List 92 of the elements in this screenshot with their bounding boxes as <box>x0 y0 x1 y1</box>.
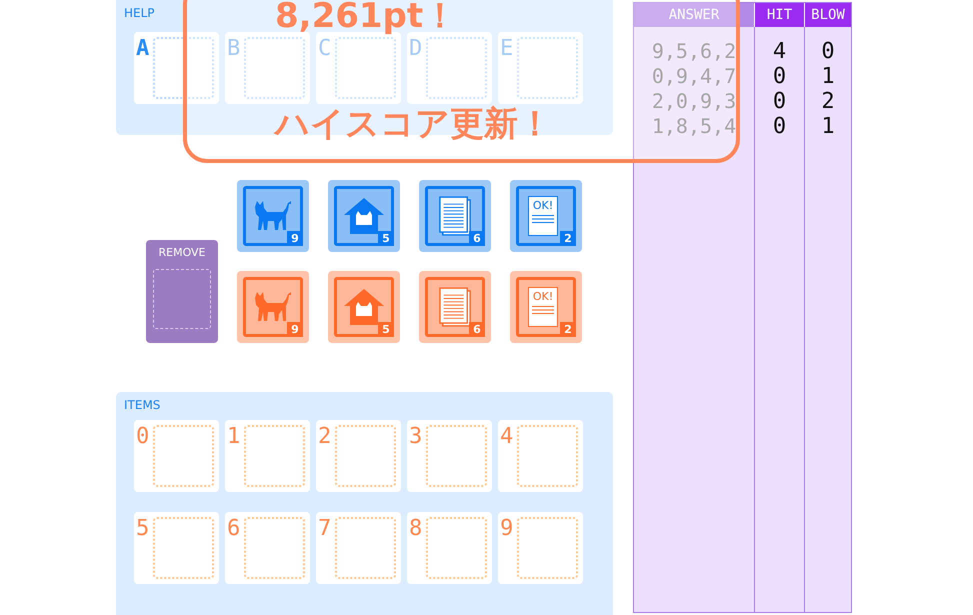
help-slot[interactable]: B <box>225 32 310 104</box>
count-badge: 9 <box>287 322 303 337</box>
column-header: BLOW <box>804 3 851 27</box>
card-tile[interactable]: 9 <box>237 271 309 343</box>
help-slot[interactable]: A <box>134 32 219 104</box>
slot-letter: D <box>409 37 424 61</box>
blow-cell: 1 <box>821 64 835 89</box>
item-slot[interactable]: 3 <box>407 420 492 492</box>
slot-number: 5 <box>136 517 150 541</box>
slot-number: 4 <box>500 425 514 449</box>
card-tile[interactable]: 6 <box>419 180 491 252</box>
slot-number: 1 <box>227 425 242 449</box>
count-badge: 6 <box>469 231 485 246</box>
item-slot[interactable]: 2 <box>316 420 401 492</box>
item-slot[interactable]: 7 <box>316 512 401 584</box>
card-tile[interactable]: 5 <box>328 271 400 343</box>
drop-area <box>153 37 214 99</box>
help-title: HELP <box>124 6 155 20</box>
document-stack-icon <box>438 287 472 327</box>
drop-area <box>517 517 578 579</box>
help-slot[interactable]: D <box>407 32 492 104</box>
popup-text: 8,261pt！ <box>275 0 458 34</box>
card-tile[interactable]: OK! 2 <box>510 180 582 252</box>
cat-icon <box>253 201 293 231</box>
drop-area <box>335 517 396 579</box>
drop-area <box>517 37 578 99</box>
hit-cell: 4 <box>772 39 786 64</box>
slot-letter: C <box>318 37 332 61</box>
popup-text: ハイスコア更新！ <box>275 106 552 142</box>
item-slot[interactable]: 4 <box>498 420 583 492</box>
blow-cell: 0 <box>821 39 835 64</box>
slot-number: 2 <box>318 425 332 449</box>
card-tile[interactable]: 6 <box>419 271 491 343</box>
answer-cell: 0,9,4,7 <box>652 64 736 89</box>
slot-number: 0 <box>136 425 150 449</box>
hit-cell: 0 <box>772 89 786 114</box>
answer-cell: 2,0,9,3 <box>652 89 736 114</box>
items-title: ITEMS <box>124 398 160 412</box>
text-lines-icon <box>531 303 555 315</box>
item-slot[interactable]: 6 <box>225 512 310 584</box>
remove-label: REMOVE <box>158 246 206 259</box>
count-badge: 5 <box>378 231 394 246</box>
card-tile[interactable]: OK! 2 <box>510 271 582 343</box>
slot-number: 7 <box>318 517 332 541</box>
slot-number: 8 <box>409 517 424 541</box>
count-badge: 9 <box>287 231 303 246</box>
house-icon <box>344 289 384 325</box>
slot-number: 6 <box>227 517 242 541</box>
cat-icon <box>253 292 293 322</box>
blow-cell: 1 <box>821 114 835 139</box>
drop-area <box>517 425 578 487</box>
item-slot[interactable]: 0 <box>134 420 219 492</box>
item-slot[interactable]: 8 <box>407 512 492 584</box>
column-header: HIT <box>754 3 804 27</box>
house-icon <box>344 198 384 234</box>
remove-card[interactable]: REMOVE <box>146 240 218 343</box>
count-badge: 2 <box>560 322 576 337</box>
approval-text: OK! <box>532 199 554 212</box>
count-badge: 2 <box>560 231 576 246</box>
hit-cell: 0 <box>772 64 786 89</box>
approval-text: OK! <box>532 290 554 303</box>
drop-area <box>153 517 214 579</box>
hit-cell: 0 <box>772 114 786 139</box>
drop-area <box>244 517 305 579</box>
drop-area <box>335 37 396 99</box>
drop-area <box>244 425 305 487</box>
document-stack-icon <box>438 196 472 236</box>
item-slot[interactable]: 5 <box>134 512 219 584</box>
item-slot[interactable]: 1 <box>225 420 310 492</box>
column-header: ANSWER <box>634 3 754 27</box>
card-tile[interactable]: 9 <box>237 180 309 252</box>
drop-area <box>153 425 214 487</box>
slot-letter: A <box>136 37 150 61</box>
answer-cell: 9,5,6,2 <box>652 39 736 64</box>
count-badge: 6 <box>469 322 485 337</box>
count-badge: 5 <box>378 322 394 337</box>
slot-letter: B <box>227 37 242 61</box>
drop-area <box>426 37 487 99</box>
answer-cell: 1,8,5,4 <box>652 114 736 139</box>
remove-drop-area <box>153 269 211 329</box>
slot-letter: E <box>500 37 514 61</box>
drop-area <box>426 517 487 579</box>
drop-area <box>244 37 305 99</box>
slot-number: 9 <box>500 517 514 541</box>
slot-number: 3 <box>409 425 424 449</box>
drop-area <box>426 425 487 487</box>
blow-cell: 2 <box>821 89 835 114</box>
text-lines-icon <box>531 212 555 224</box>
item-slot[interactable]: 9 <box>498 512 583 584</box>
card-tile[interactable]: 5 <box>328 180 400 252</box>
help-slot[interactable]: E <box>498 32 583 104</box>
drop-area <box>335 425 396 487</box>
